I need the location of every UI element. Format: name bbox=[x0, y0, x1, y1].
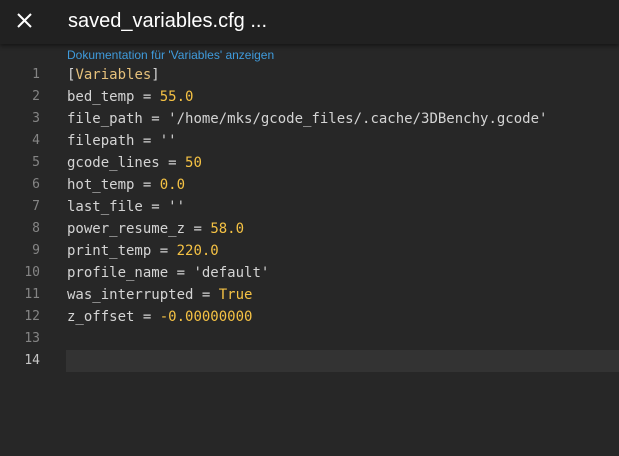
code-line[interactable]: 1 [Variables] bbox=[0, 64, 619, 86]
code-line[interactable]: 6 hot_temp = 0.0 bbox=[0, 174, 619, 196]
line-number: 11 bbox=[24, 287, 40, 302]
token-key: gcode_lines bbox=[67, 155, 160, 171]
line-text: [Variables] bbox=[67, 64, 160, 86]
token-op: = bbox=[142, 111, 169, 127]
token-op: = bbox=[168, 265, 194, 281]
line-text: power_resume_z = 58.0 bbox=[67, 218, 244, 240]
token-op: = bbox=[151, 243, 177, 259]
token-key: z_offset bbox=[67, 309, 135, 325]
code-lines: 1 [Variables] 2 bed_temp = 55.0 3 file_path =… bbox=[0, 64, 619, 372]
close-icon bbox=[17, 13, 32, 28]
code-line[interactable]: 7 last_file = '' bbox=[0, 196, 619, 218]
code-line[interactable]: 5 gcode_lines = 50 bbox=[0, 152, 619, 174]
line-number: 13 bbox=[24, 331, 40, 346]
file-title: saved_variables.cfg ... bbox=[68, 10, 267, 32]
line-text: last_file = '' bbox=[67, 196, 185, 218]
token-num: -0.00000000 bbox=[159, 309, 253, 325]
codelens-documentation-link[interactable]: Dokumentation für 'Variables' anzeigen bbox=[67, 47, 274, 63]
token-section: Variables bbox=[75, 67, 152, 83]
token-num: 220.0 bbox=[176, 243, 219, 259]
line-text: print_temp = 220.0 bbox=[67, 240, 219, 262]
token-num: 0.0 bbox=[159, 177, 186, 193]
current-line-highlight bbox=[66, 350, 619, 372]
line-number: 3 bbox=[32, 111, 40, 126]
line-number: 1 bbox=[32, 67, 40, 82]
code-line[interactable]: 3 file_path = '/home/mks/gcode_files/.cac… bbox=[0, 108, 619, 130]
code-editor[interactable]: Dokumentation für 'Variables' anzeigen 1… bbox=[0, 44, 619, 456]
token-num: 55.0 bbox=[159, 89, 194, 105]
token-key: print_temp bbox=[67, 243, 152, 259]
token-str: '/home/mks/gcode_files/.cache/3DBenchy.g… bbox=[168, 111, 548, 127]
line-text: filepath = '' bbox=[67, 130, 177, 152]
line-number: 2 bbox=[32, 89, 40, 104]
code-line[interactable]: 8 power_resume_z = 58.0 bbox=[0, 218, 619, 240]
line-text: profile_name = 'default' bbox=[67, 262, 269, 284]
code-line[interactable]: 14 bbox=[0, 350, 619, 372]
token-op: = bbox=[142, 199, 169, 215]
token-op: = bbox=[185, 221, 211, 237]
line-text: hot_temp = 0.0 bbox=[67, 174, 185, 196]
token-key: hot_temp bbox=[67, 177, 135, 193]
line-number: 9 bbox=[32, 243, 40, 258]
line-number: 14 bbox=[24, 353, 40, 368]
title-bar: saved_variables.cfg ... bbox=[0, 0, 619, 44]
line-text: file_path = '/home/mks/gcode_files/.cach… bbox=[67, 108, 547, 130]
line-number: 12 bbox=[24, 309, 40, 324]
line-number: 5 bbox=[32, 155, 40, 170]
code-line[interactable]: 12 z_offset = -0.00000000 bbox=[0, 306, 619, 328]
token-key: file_path bbox=[67, 111, 143, 127]
line-text: gcode_lines = 50 bbox=[67, 152, 202, 174]
line-number: 10 bbox=[24, 265, 40, 280]
line-number: 6 bbox=[32, 177, 40, 192]
token-bool: True bbox=[218, 287, 253, 303]
token-op: = bbox=[159, 155, 186, 171]
token-key: was_interrupted bbox=[67, 287, 194, 303]
token-bracket: ] bbox=[151, 67, 160, 83]
line-text: was_interrupted = True bbox=[67, 284, 252, 306]
line-text: z_offset = -0.00000000 bbox=[67, 306, 252, 328]
token-key: bed_temp bbox=[67, 89, 135, 105]
token-key: filepath bbox=[67, 133, 135, 149]
token-key: profile_name bbox=[67, 265, 169, 281]
close-button[interactable] bbox=[10, 7, 38, 35]
code-line[interactable]: 11 was_interrupted = True bbox=[0, 284, 619, 306]
code-line[interactable]: 4 filepath = '' bbox=[0, 130, 619, 152]
token-op: = bbox=[134, 89, 160, 105]
token-op: = bbox=[134, 133, 160, 149]
code-line[interactable]: 10 profile_name = 'default' bbox=[0, 262, 619, 284]
token-op: = bbox=[134, 177, 160, 193]
token-str: '' bbox=[168, 199, 186, 215]
code-line[interactable]: 9 print_temp = 220.0 bbox=[0, 240, 619, 262]
token-op: = bbox=[193, 287, 219, 303]
token-key: last_file bbox=[67, 199, 143, 215]
code-line[interactable]: 2 bed_temp = 55.0 bbox=[0, 86, 619, 108]
line-number: 8 bbox=[32, 221, 40, 236]
line-number: 7 bbox=[32, 199, 40, 214]
token-op: = bbox=[134, 309, 160, 325]
line-number: 4 bbox=[32, 133, 40, 148]
code-line[interactable]: 13 bbox=[0, 328, 619, 350]
token-num: 58.0 bbox=[210, 221, 245, 237]
token-num: 50 bbox=[185, 155, 202, 171]
token-key: power_resume_z bbox=[67, 221, 186, 237]
token-str: 'default' bbox=[193, 265, 270, 281]
line-text: bed_temp = 55.0 bbox=[67, 86, 193, 108]
token-str: '' bbox=[159, 133, 177, 149]
